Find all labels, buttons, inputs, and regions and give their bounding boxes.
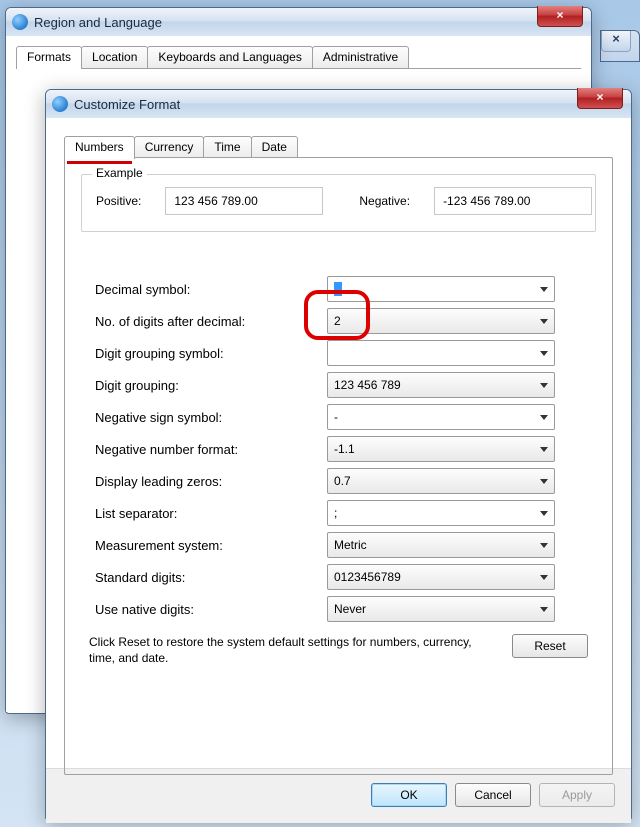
example-legend: Example	[92, 166, 147, 180]
row-display-leading-zeros: Display leading zeros: 0.7	[95, 468, 606, 494]
example-negative-label: Negative:	[359, 194, 410, 208]
row-standard-digits: Standard digits: 0123456789	[95, 564, 606, 590]
combo-use-native-digits[interactable]: Never	[327, 596, 555, 622]
parent-tab-location[interactable]: Location	[81, 46, 148, 68]
tab-time[interactable]: Time	[203, 136, 251, 158]
label-display-leading-zeros: Display leading zeros:	[95, 474, 327, 489]
label-digits-after-decimal: No. of digits after decimal:	[95, 314, 327, 329]
label-use-native-digits: Use native digits:	[95, 602, 327, 617]
input-negative-sign-symbol[interactable]: -	[327, 404, 555, 430]
parent-tab-administrative[interactable]: Administrative	[312, 46, 409, 68]
reset-button[interactable]: Reset	[512, 634, 588, 658]
row-digit-grouping: Digit grouping: 123 456 789	[95, 372, 606, 398]
row-digit-grouping-symbol: Digit grouping symbol:	[95, 340, 606, 366]
example-positive-label: Positive:	[96, 194, 141, 208]
dialog-title: Customize Format	[74, 97, 180, 112]
row-decimal-symbol: Decimal symbol:	[95, 276, 606, 302]
label-digit-grouping-symbol: Digit grouping symbol:	[95, 346, 327, 361]
parent-tab-formats[interactable]: Formats	[16, 46, 82, 69]
combo-display-leading-zeros[interactable]: 0.7	[327, 468, 555, 494]
combo-measurement-system[interactable]: Metric	[327, 532, 555, 558]
dialog-body: Numbers Currency Time Date Example Posit…	[46, 118, 631, 768]
customize-format-dialog: Customize Format × Numbers Currency Time…	[45, 89, 632, 821]
combo-standard-digits[interactable]: 0123456789	[327, 564, 555, 590]
globe-icon	[52, 96, 68, 112]
reset-note-row: Click Reset to restore the system defaul…	[89, 634, 588, 666]
input-digit-grouping-symbol[interactable]	[327, 340, 555, 366]
parent-titlebar: Region and Language ×	[6, 8, 591, 36]
globe-icon	[12, 14, 28, 30]
example-negative-value: -123 456 789.00	[434, 187, 592, 215]
label-list-separator: List separator:	[95, 506, 327, 521]
row-digits-after-decimal: No. of digits after decimal: 2	[95, 308, 606, 334]
row-negative-number-format: Negative number format: -1.1	[95, 436, 606, 462]
background-window-strip: ×	[600, 30, 640, 62]
label-negative-number-format: Negative number format:	[95, 442, 327, 457]
input-list-separator[interactable]: ;	[327, 500, 555, 526]
example-row: Positive: 123 456 789.00 Negative: -123 …	[96, 187, 581, 215]
row-negative-sign-symbol: Negative sign symbol: -	[95, 404, 606, 430]
label-standard-digits: Standard digits:	[95, 570, 327, 585]
combo-digits-after-decimal[interactable]: 2	[327, 308, 555, 334]
reset-note-text: Click Reset to restore the system defaul…	[89, 634, 492, 666]
dialog-button-bar: OK Cancel Apply	[46, 768, 631, 823]
ok-button[interactable]: OK	[371, 783, 447, 807]
parent-tab-keyboards[interactable]: Keyboards and Languages	[147, 46, 312, 68]
tab-currency[interactable]: Currency	[134, 136, 205, 158]
parent-window-title: Region and Language	[34, 15, 162, 30]
decimal-symbol-text[interactable]	[334, 282, 342, 296]
row-measurement-system: Measurement system: Metric	[95, 532, 606, 558]
label-negative-sign-symbol: Negative sign symbol:	[95, 410, 327, 425]
background-close-button[interactable]: ×	[601, 31, 631, 52]
dialog-titlebar: Customize Format ×	[46, 90, 631, 118]
example-group: Example Positive: 123 456 789.00 Negativ…	[81, 174, 596, 232]
parent-tabbar: Formats Location Keyboards and Languages…	[16, 46, 581, 69]
parent-close-button[interactable]: ×	[537, 6, 583, 27]
combo-negative-number-format[interactable]: -1.1	[327, 436, 555, 462]
input-decimal-symbol[interactable]	[327, 276, 555, 302]
cancel-button[interactable]: Cancel	[455, 783, 531, 807]
dialog-tabbar: Numbers Currency Time Date	[64, 136, 613, 158]
label-digit-grouping: Digit grouping:	[95, 378, 327, 393]
tab-numbers[interactable]: Numbers	[64, 136, 135, 159]
row-use-native-digits: Use native digits: Never	[95, 596, 606, 622]
label-decimal-symbol: Decimal symbol:	[95, 282, 327, 297]
apply-button: Apply	[539, 783, 615, 807]
tab-panel-numbers: Example Positive: 123 456 789.00 Negativ…	[64, 157, 613, 775]
row-list-separator: List separator: ;	[95, 500, 606, 526]
red-underline-annotation	[67, 161, 132, 164]
example-positive-value: 123 456 789.00	[165, 187, 323, 215]
label-measurement-system: Measurement system:	[95, 538, 327, 553]
tab-date[interactable]: Date	[251, 136, 298, 158]
dialog-close-button[interactable]: ×	[577, 88, 623, 109]
combo-digit-grouping[interactable]: 123 456 789	[327, 372, 555, 398]
